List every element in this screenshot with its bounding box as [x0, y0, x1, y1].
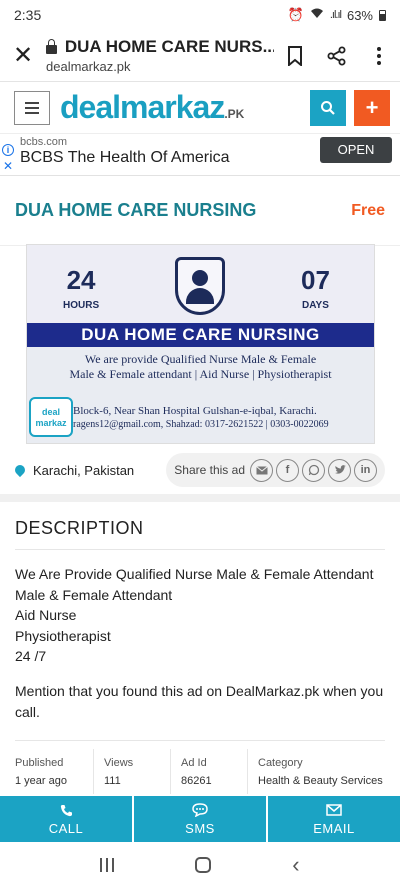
email-share-icon[interactable] — [250, 458, 273, 482]
whatsapp-icon[interactable] — [302, 458, 325, 482]
sms-button[interactable]: SMS — [134, 796, 268, 842]
location-share-row: Karachi, Pakistan Share this ad f in — [0, 450, 400, 490]
description-line: We Are Provide Qualified Nurse Male & Fe… — [15, 566, 374, 582]
ad-headline[interactable]: BCBS The Health Of America — [20, 149, 230, 167]
search-button[interactable] — [310, 89, 346, 126]
call-button[interactable]: CALL — [0, 796, 134, 842]
listing-price: Free — [351, 201, 385, 219]
facebook-icon[interactable]: f — [276, 458, 299, 482]
ad-banner[interactable]: i ✕ bcbs.com BCBS The Health Of America … — [0, 134, 400, 176]
days-badge: 07 DAYS — [301, 265, 330, 311]
description-line: Aid Nurse — [15, 607, 77, 623]
hours-badge: 24 HOURS — [63, 265, 100, 311]
envelope-icon — [326, 802, 342, 818]
call-label: CALL — [48, 821, 84, 836]
meta-views: Views 111 — [104, 757, 134, 787]
description-line: Physiotherapist — [15, 627, 111, 644]
page-title: DUA HOME CARE NURS... — [64, 37, 274, 56]
description-line: 24 /7 — [15, 648, 47, 664]
more-options-icon[interactable] — [358, 46, 400, 66]
wifi-icon — [310, 8, 324, 22]
poster-line: Block-6, Near Shan Hospital Gulshan-e-iq… — [73, 405, 317, 417]
location-pin-icon — [12, 462, 28, 478]
listing-title-row: DUA HOME CARE NURSING Free — [0, 176, 400, 246]
meta-category: Category Health & Beauty Services — [258, 757, 383, 787]
status-icons: ⏰ .ıl.ıl 63% — [288, 7, 386, 23]
recent-apps-icon[interactable] — [100, 858, 115, 872]
browser-toolbar: ✕ DUA HOME CARE NURS... dealmarkaz.pk — [0, 30, 400, 82]
status-time: 2:35 — [14, 7, 42, 23]
description-heading: DESCRIPTION — [15, 502, 385, 550]
ad-close-icon[interactable]: ✕ — [3, 159, 13, 173]
lock-icon — [46, 38, 57, 54]
section-divider — [0, 494, 400, 502]
status-bar: 2:35 ⏰ .ıl.ıl 63% — [0, 0, 400, 30]
signal-icon: .ıl.ıl — [329, 9, 342, 21]
ad-info-icon[interactable]: i — [2, 144, 14, 156]
mention-note: Mention that you found this ad on DealMa… — [15, 682, 384, 720]
ad-open-button[interactable]: OPEN — [320, 137, 392, 163]
description-section: DESCRIPTION We Are Provide Qualified Nur… — [0, 502, 400, 723]
listing-title: DUA HOME CARE NURSING — [15, 200, 257, 220]
phone-icon — [60, 802, 73, 818]
site-logo[interactable]: dealmarkaz.PK — [60, 89, 244, 126]
home-icon[interactable] — [195, 857, 212, 873]
poster-line: We are provide Qualified Nurse Male & Fe… — [84, 352, 317, 366]
meta-ad-id: Ad Id 86261 — [181, 757, 212, 787]
ad-domain: bcbs.com — [20, 136, 68, 148]
meta-published: Published 1 year ago — [15, 757, 67, 787]
twitter-icon[interactable] — [328, 458, 351, 482]
site-header: dealmarkaz.PK + — [0, 82, 400, 134]
description-line: Male & Female Attendant — [15, 586, 173, 603]
menu-icon[interactable] — [14, 90, 50, 125]
back-icon[interactable]: ‹ — [292, 852, 299, 878]
contact-action-bar: CALL SMS EMAIL — [0, 796, 400, 842]
nurse-shield-icon — [175, 257, 225, 315]
search-icon — [321, 100, 335, 115]
listing-location: Karachi, Pakistan — [33, 462, 135, 478]
chat-bubble-icon — [192, 802, 208, 818]
battery-icon — [379, 9, 386, 21]
description-body: We Are Provide Qualified Nurse Male & Fe… — [15, 564, 385, 667]
system-nav-bar: ‹ — [0, 842, 400, 888]
sms-label: SMS — [185, 821, 215, 836]
listing-image[interactable]: 24 HOURS 07 DAYS DUA HOME CARE NURSING We … — [26, 244, 375, 444]
poster-line: Male & Female attendant | Aid Nurse | Ph… — [69, 367, 332, 381]
share-label: Share this ad — [174, 463, 245, 477]
post-ad-button[interactable]: + — [354, 89, 390, 126]
page-domain: dealmarkaz.pk — [46, 59, 131, 74]
bookmark-icon[interactable] — [274, 45, 316, 66]
linkedin-icon[interactable]: in — [354, 458, 377, 482]
poster-line: ragens12@gmail.com, Shahzad: 0317-262152… — [73, 419, 329, 430]
url-box[interactable]: DUA HOME CARE NURS... dealmarkaz.pk — [46, 37, 274, 74]
share-icon[interactable] — [316, 46, 358, 66]
poster-band: DUA HOME CARE NURSING — [27, 323, 374, 347]
email-button[interactable]: EMAIL — [268, 796, 400, 842]
battery-percent: 63% — [346, 7, 373, 23]
alarm-icon: ⏰ — [287, 7, 304, 22]
share-box: Share this ad f in — [166, 453, 385, 487]
watermark-logo: deal markaz — [29, 397, 73, 437]
close-icon[interactable]: ✕ — [0, 41, 46, 70]
email-label: EMAIL — [313, 821, 355, 836]
ad-meta: Published 1 year ago Views 111 Ad Id 862… — [15, 740, 385, 794]
